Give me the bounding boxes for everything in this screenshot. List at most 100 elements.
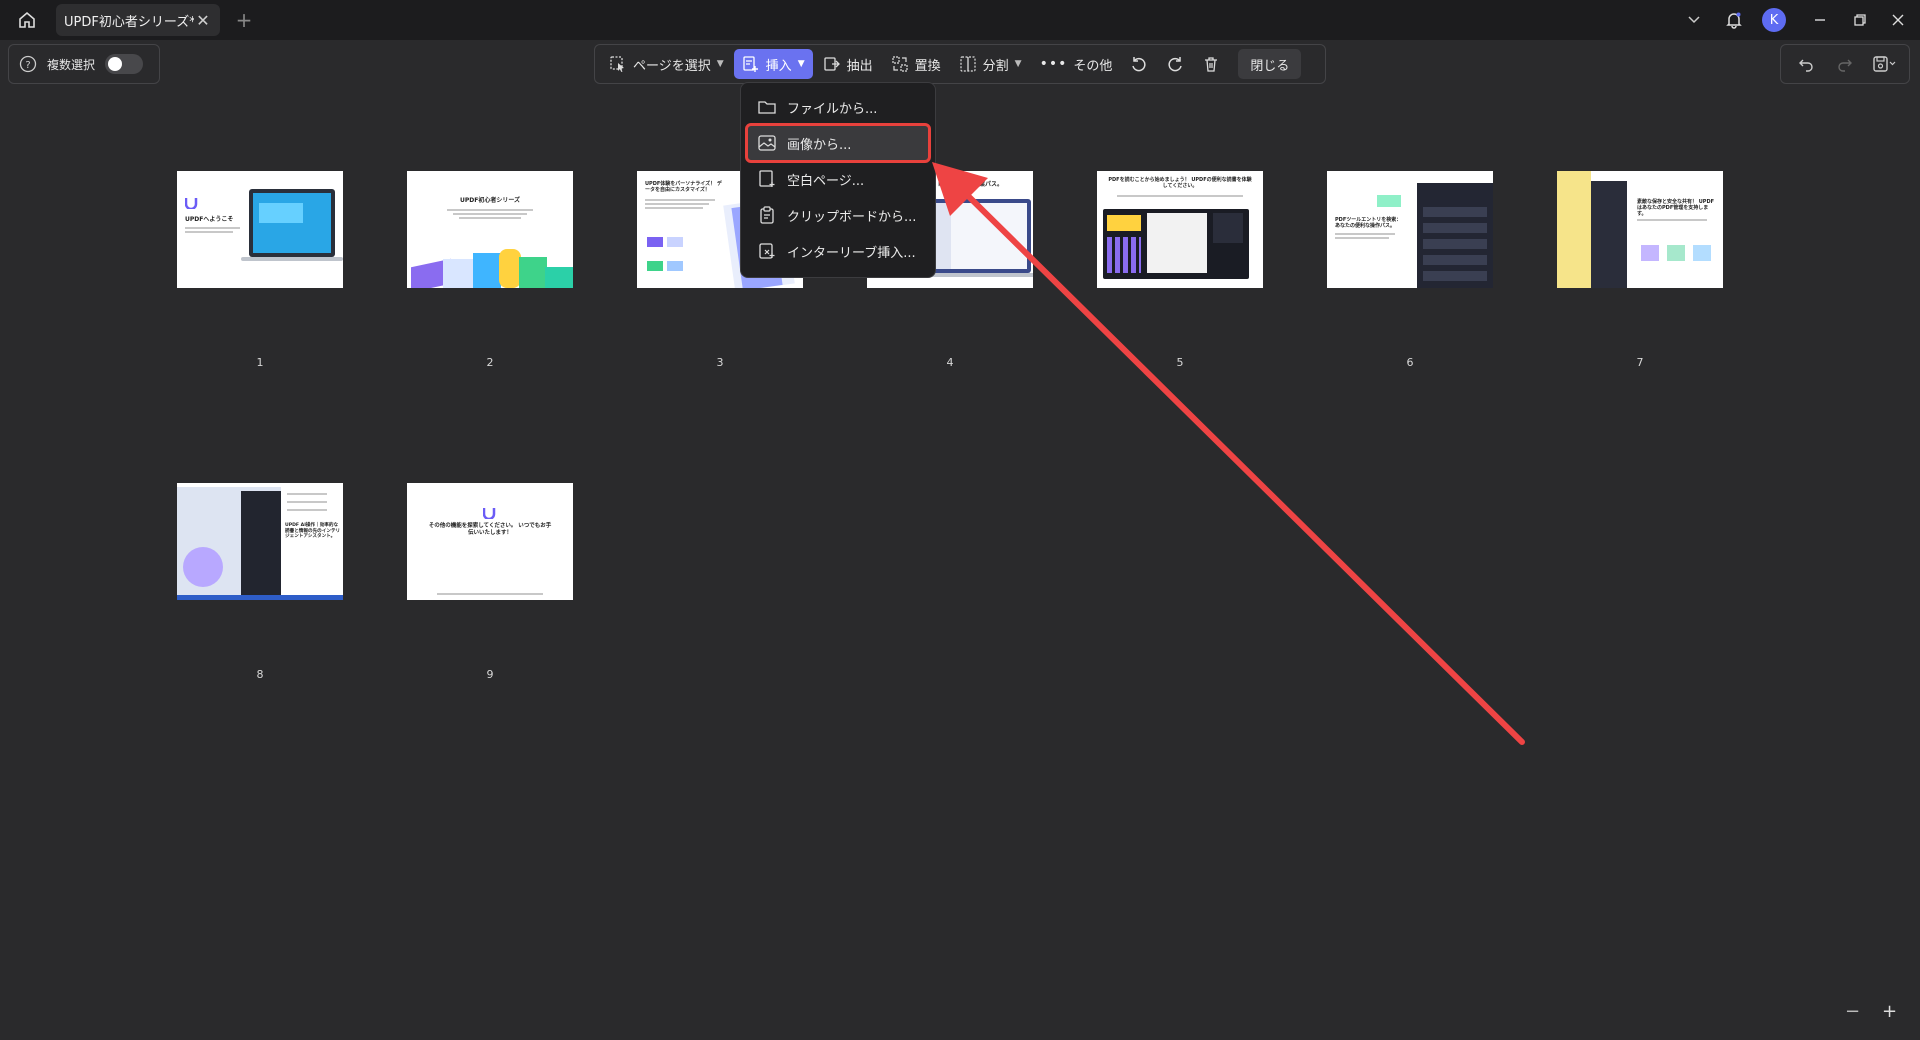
extract-button[interactable]: 抽出 — [815, 49, 881, 79]
page-thumbnail-2[interactable]: UPDF初心者シリーズ — [407, 171, 573, 288]
interleave-icon — [759, 243, 775, 259]
redo-icon — [1838, 59, 1852, 72]
insert-from-image-label: 画像から... — [787, 137, 852, 153]
insert-from-file-label: ファイルから... — [787, 101, 878, 117]
replace-icon — [892, 56, 908, 72]
multi-select-toggle[interactable] — [105, 54, 144, 74]
notification-bell-icon[interactable] — [1720, 6, 1748, 34]
insert-blank-page-label: 空白ページ... — [787, 173, 865, 189]
delete-button[interactable] — [1194, 49, 1228, 79]
page-thumbnail-1[interactable]: UPDFへようこそ — [177, 171, 343, 288]
home-button[interactable] — [14, 8, 40, 32]
clipboard-icon — [760, 206, 774, 224]
page-4-title: ドキュメント作業パス。 — [937, 181, 1004, 188]
replace-label: 置換 — [914, 58, 941, 74]
document-tab[interactable]: UPDF初心者シリーズ* ✕ — [56, 4, 220, 36]
page-number-7: 7 — [1636, 356, 1644, 369]
undo-icon — [1799, 59, 1814, 72]
document-tab-label: UPDF初心者シリーズ* — [64, 14, 194, 30]
page-thumbnail-9[interactable]: その他の機能を探索してください。 いつでもお手伝いいたします！ — [407, 483, 573, 600]
page-7-title: 素敵な保存と安全な共有！ UPDFはあなたのPDF管理を支持します。 — [1637, 199, 1715, 217]
page-2-title: UPDF初心者シリーズ — [459, 197, 521, 204]
title-bar: UPDF初心者シリーズ* ✕ + K — [0, 0, 1920, 40]
save-button[interactable] — [1867, 49, 1901, 79]
select-pages-label: ページを選択 — [633, 58, 711, 74]
page-1-title: UPDFへようこそ — [185, 216, 234, 223]
page-number-8: 8 — [256, 668, 264, 681]
restore-icon[interactable] — [1846, 6, 1874, 34]
trash-icon — [1205, 57, 1218, 72]
multi-select-label: 複数選択 — [47, 57, 96, 72]
split-button[interactable]: 分割 ▼ — [951, 49, 1030, 79]
left-panel: ? 複数選択 — [8, 44, 160, 84]
replace-button[interactable]: 置換 — [883, 49, 949, 79]
select-pages-button[interactable]: ページを選択 ▼ — [601, 49, 732, 79]
page-number-4: 4 — [946, 356, 954, 369]
page-9-title: その他の機能を探索してください。 いつでもお手伝いいたします！ — [428, 523, 552, 536]
chevron-down-icon: ▼ — [716, 59, 724, 69]
split-icon — [960, 56, 976, 72]
insert-from-clipboard-label: クリップボードから... — [787, 209, 917, 225]
insert-from-image-item[interactable]: 画像から... — [745, 123, 931, 163]
page-thumbnail-6[interactable]: PDFツールエントリを検索： あなたの便利な操作パス。 — [1327, 171, 1493, 288]
home-icon — [19, 11, 35, 28]
close-organize-button[interactable]: 閉じる — [1238, 49, 1302, 79]
page-number-3: 3 — [716, 356, 724, 369]
zoom-in-button[interactable]: + — [1882, 1001, 1897, 1022]
undo-button[interactable] — [1789, 49, 1823, 79]
page-thumbnail-5[interactable]: PDFを読むことから始めましょう！ UPDFの便利な読書を体験してください。 — [1097, 171, 1263, 288]
page-number-2: 2 — [486, 356, 494, 369]
page-thumbnail-8[interactable]: UPDF AI操作｜効率的な読書と情報の先のインテリジェントアシスタント。 — [177, 483, 343, 600]
insert-blank-page-item[interactable]: 空白ページ... — [747, 161, 929, 197]
page-number-5: 5 — [1176, 356, 1184, 369]
rotate-left-button[interactable] — [1122, 49, 1156, 79]
rotate-left-icon — [1132, 57, 1146, 72]
more-label: その他 — [1073, 58, 1113, 74]
page-organize-toolbar: ページを選択 ▼ 挿入 ▼ 抽出 置換 分割 ▼ ••• その他 閉じる — [594, 44, 1326, 84]
insert-label: 挿入 — [765, 58, 792, 74]
extract-icon — [823, 57, 840, 71]
more-dots-icon: ••• — [1039, 56, 1068, 72]
insert-from-clipboard-item[interactable]: クリップボードから... — [747, 197, 929, 233]
add-tab-button[interactable]: + — [232, 8, 256, 32]
page-8-title: UPDF AI操作｜効率的な読書と情報の先のインテリジェントアシスタント。 — [285, 523, 341, 539]
insert-from-file-item[interactable]: ファイルから... — [747, 89, 929, 125]
more-button[interactable]: ••• その他 — [1032, 49, 1121, 79]
rotate-right-icon — [1168, 57, 1183, 72]
chevron-down-icon: ▼ — [797, 59, 805, 69]
zoom-controls: − + — [1834, 996, 1908, 1026]
updf-logo-icon — [483, 508, 496, 519]
redo-button[interactable] — [1828, 49, 1862, 79]
page-6-title: PDFツールエントリを検索： あなたの便利な操作パス。 — [1335, 217, 1402, 229]
page-thumbnail-7[interactable]: 素敵な保存と安全な共有！ UPDFはあなたのPDF管理を支持します。 — [1557, 171, 1723, 288]
split-label: 分割 — [982, 58, 1009, 74]
select-cursor-icon — [610, 56, 624, 72]
user-avatar[interactable]: K — [1762, 8, 1786, 32]
help-icon[interactable]: ? — [19, 55, 37, 73]
insert-button[interactable]: 挿入 ▼ — [733, 49, 813, 79]
svg-text:?: ? — [25, 60, 30, 71]
page-number-9: 9 — [486, 668, 494, 681]
save-icon — [1872, 56, 1896, 72]
page-number-6: 6 — [1406, 356, 1414, 369]
page-5-title: PDFを読むことから始めましょう！ UPDFの便利な読書を体験してください。 — [1108, 177, 1252, 189]
chevron-down-icon[interactable] — [1680, 6, 1708, 34]
minimize-icon[interactable] — [1806, 6, 1834, 34]
right-panel — [1780, 44, 1910, 84]
blank-page-icon — [759, 170, 775, 187]
insert-dropdown-menu: ファイルから... 画像から... 空白ページ... クリップボードから... … — [740, 82, 936, 278]
rotate-right-button[interactable] — [1158, 49, 1192, 79]
interleave-insert-item[interactable]: インターリーブ挿入... — [747, 233, 929, 269]
chevron-down-icon: ▼ — [1014, 59, 1022, 69]
close-tab-icon[interactable]: ✕ — [194, 11, 212, 30]
page-number-1: 1 — [256, 356, 264, 369]
zoom-out-button[interactable]: − — [1845, 1001, 1860, 1022]
image-icon — [758, 135, 776, 151]
extract-label: 抽出 — [846, 58, 873, 74]
interleave-insert-label: インターリーブ挿入... — [787, 245, 916, 261]
close-window-icon[interactable] — [1884, 6, 1912, 34]
updf-logo-icon — [185, 198, 198, 209]
page-3-title: UPDF体験をパーソナライズ！ データを自由にカスタマイズ！ — [645, 181, 722, 193]
folder-icon — [758, 101, 776, 114]
insert-page-icon — [743, 56, 758, 72]
